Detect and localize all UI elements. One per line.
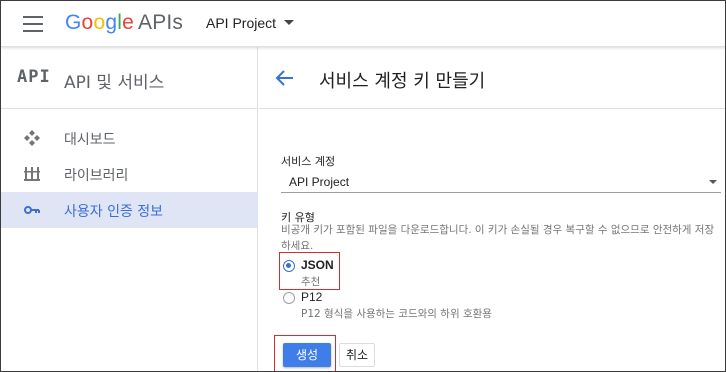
sidebar-item-label: 라이브러리 bbox=[64, 168, 129, 184]
page-header: 서비스 계정 키 만들기 bbox=[259, 47, 725, 109]
dashboard-icon bbox=[24, 130, 40, 146]
project-selector[interactable]: API Project bbox=[206, 15, 295, 31]
sidebar-header: API API 및 서비스 bbox=[1, 47, 258, 109]
service-account-select[interactable]: API Project bbox=[281, 172, 721, 193]
p12-option-note: P12 형식을 사용하는 코드와의 하위 호환용 bbox=[301, 308, 492, 320]
cancel-button[interactable]: 취소 bbox=[339, 343, 375, 367]
service-account-value: API Project bbox=[289, 175, 350, 189]
highlight-box bbox=[279, 252, 340, 290]
p12-option-label[interactable]: P12 bbox=[301, 290, 322, 304]
sidebar-item-library[interactable]: 라이브러리 bbox=[1, 156, 258, 192]
api-logo-icon: API bbox=[17, 67, 51, 87]
chevron-down-icon bbox=[709, 180, 717, 184]
sidebar-item-dashboard[interactable]: 대시보드 bbox=[1, 120, 258, 156]
menu-icon[interactable] bbox=[23, 16, 43, 32]
sidebar-item-label: 사용자 인증 정보 bbox=[64, 204, 164, 220]
sidebar: API API 및 서비스 대시보드 라이브러리 사용자 인증 정보 bbox=[1, 47, 258, 371]
highlight-box bbox=[274, 335, 336, 371]
service-account-label: 서비스 계정 bbox=[281, 155, 336, 168]
page-title: 서비스 계정 키 만들기 bbox=[319, 71, 486, 92]
sidebar-item-label: 대시보드 bbox=[64, 132, 116, 148]
google-apis-logo[interactable]: Google APIs bbox=[65, 11, 183, 35]
sidebar-item-credentials[interactable]: 사용자 인증 정보 bbox=[1, 192, 258, 228]
key-type-help-text: 비공개 키가 포함된 파일을 다운로드합니다. 이 키가 손실될 경우 복구할 … bbox=[281, 224, 715, 252]
dropdown-caret-icon bbox=[284, 19, 295, 25]
key-icon bbox=[24, 206, 40, 214]
top-bar: Google APIs API Project bbox=[1, 1, 725, 47]
sidebar-title: API 및 서비스 bbox=[64, 73, 165, 93]
library-icon bbox=[24, 167, 40, 181]
p12-radio[interactable] bbox=[283, 292, 295, 304]
project-name: API Project bbox=[206, 15, 277, 31]
main-content: 서비스 계정 키 만들기 서비스 계정 API Project 키 유형 비공개… bbox=[259, 47, 725, 371]
app-window: Google APIs API Project API API 및 서비스 대시보… bbox=[0, 0, 726, 372]
back-arrow-icon[interactable] bbox=[275, 69, 295, 87]
